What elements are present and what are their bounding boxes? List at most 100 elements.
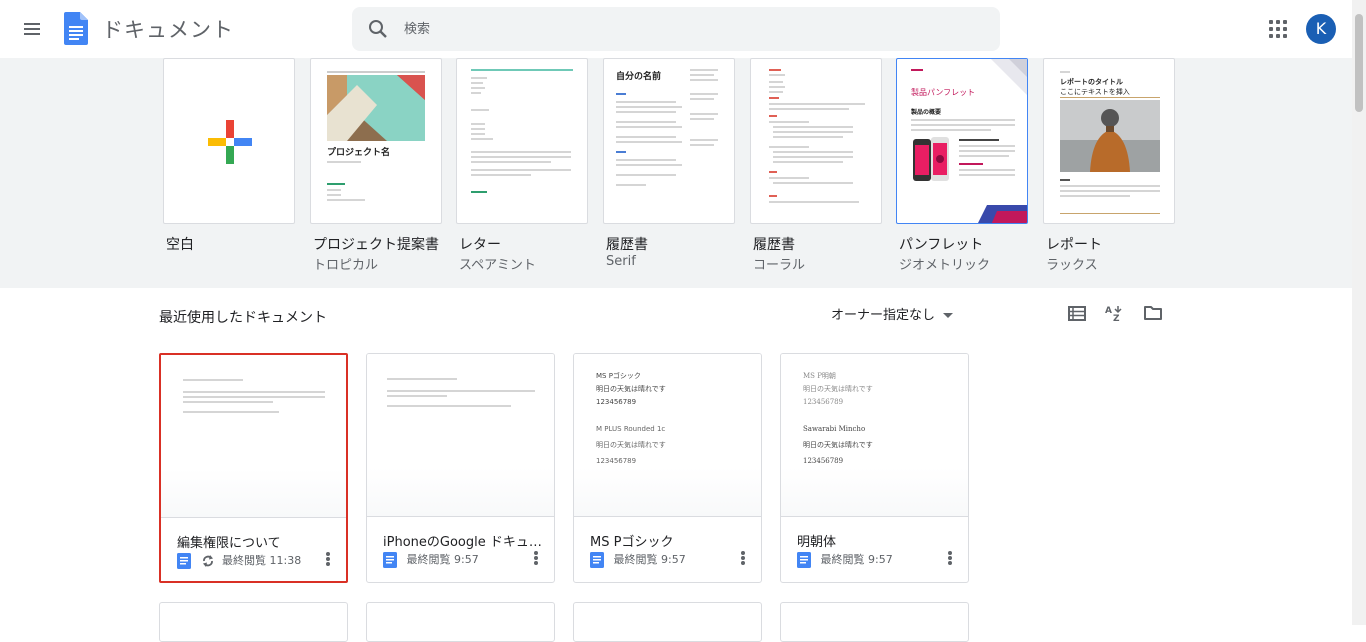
recent-documents-title: 最近使用したドキュメント [159,310,327,326]
template-pamphlet[interactable]: 製品パンフレット 製品の概要 パンフレット ジオメトリック [896,58,1028,273]
phone-image [913,137,949,181]
more-vert-icon[interactable] [324,551,332,569]
geometric-corner-art [991,59,1027,95]
owner-filter-label: オーナー指定なし [831,308,936,323]
doc-icon [797,552,811,568]
template-name: レポート [1046,237,1102,253]
template-report[interactable]: レポートのタイトル ここにテキストを挿入 レポート ラックス [1043,58,1175,273]
template-thumbnail[interactable] [456,58,588,224]
document-preview[interactable] [367,354,554,517]
search-input[interactable] [404,7,964,51]
document-meta: 最終閲覧 9:57 [590,552,686,568]
document-preview[interactable]: MS Pゴシック 明日の天気は晴れです 123456789 M PLUS Rou… [574,354,761,517]
avatar[interactable]: K [1306,14,1336,44]
template-thumbnail[interactable] [750,58,882,224]
template-thumbnail[interactable] [163,58,295,224]
menu-icon[interactable] [20,17,44,41]
document-title: MS Pゴシック [590,535,674,550]
template-thumbnail[interactable]: 自分の名前 [603,58,735,224]
document-card[interactable]: MS P明朝 明日の天気は晴れです 123456789 Sawarabi Min… [780,353,969,583]
document-title: iPhoneのGoogle ドキュメ... [383,535,543,550]
template-thumbnail[interactable]: プロジェクト名 [310,58,442,224]
svg-text:Z: Z [1113,314,1120,323]
app-title[interactable]: ドキュメント [102,14,234,44]
more-vert-icon[interactable] [739,550,747,568]
plus-icon [208,120,252,164]
list-view-icon[interactable] [1067,303,1087,323]
doc-icon [590,552,604,568]
document-card[interactable]: iPhoneのGoogle ドキュメ... 最終閲覧 9:57 [366,353,555,583]
search-bar[interactable] [352,7,1000,51]
preview-line: 明日の天気は晴れです [596,385,666,393]
template-blank[interactable]: 空白 [163,58,295,254]
template-thumbnail[interactable]: レポートのタイトル ここにテキストを挿入 [1043,58,1175,224]
document-card[interactable] [780,602,969,642]
template-thumb-title: 製品パンフレット [911,88,976,97]
docs-logo-icon[interactable] [64,12,88,45]
top-bar: ドキュメント K [0,0,1366,58]
document-last-viewed: 最終閲覧 9:57 [613,553,686,566]
document-card[interactable]: 編集権限について 最終閲覧 11:38 [159,353,348,583]
template-thumbnail[interactable]: 製品パンフレット 製品の概要 [896,58,1028,224]
template-resume-serif[interactable]: 自分の名前 履歴書 Serif [603,58,735,269]
document-meta: 最終閲覧 11:38 [177,553,301,569]
scrollbar-thumb[interactable] [1355,14,1363,112]
chevron-down-icon [943,313,954,318]
template-subname: コーラル [753,258,806,273]
preview-line: 明日の天気は晴れです [803,385,873,393]
document-card[interactable] [573,602,762,642]
template-name: 履歴書 [606,237,648,253]
apps-grid-icon[interactable] [1267,18,1289,40]
sort-az-icon[interactable]: A Z [1104,303,1124,323]
template-gallery: 空白 プロジェクト名 プロジェクト提案書 トロピカル レター スペアミント 自分… [0,58,1352,288]
preview-line: M PLUS Rounded 1c [596,425,666,433]
svg-text:A: A [1105,306,1112,316]
hiker-photo [1060,100,1160,172]
search-icon[interactable] [366,17,390,41]
preview-line: 123456789 [596,398,637,406]
template-subname: トロピカル [313,258,379,273]
document-title: 明朝体 [797,535,837,550]
owner-filter-dropdown[interactable]: オーナー指定なし [831,304,954,323]
template-thumb-subtitle: ここにテキストを挿入 [1060,88,1130,96]
template-thumb-title: プロジェクト名 [327,148,391,158]
preview-line: 明日の天気は晴れです [596,441,666,449]
document-last-viewed: 最終閲覧 9:57 [820,553,893,566]
doc-icon [177,553,191,569]
preview-line: 123456789 [803,457,844,465]
preview-line: 123456789 [803,398,844,406]
document-preview[interactable] [161,355,346,518]
document-card[interactable] [366,602,555,642]
template-subname: スペアミント [459,258,536,273]
document-last-viewed: 最終閲覧 11:38 [222,554,302,567]
template-name: レター [459,237,501,253]
document-card[interactable]: MS Pゴシック 明日の天気は晴れです 123456789 M PLUS Rou… [573,353,762,583]
template-thumb-title: レポートのタイトル [1060,78,1123,86]
geometric-bottom-art [978,205,1027,223]
preview-line: 明日の天気は晴れです [803,441,873,449]
shared-sync-icon [202,555,213,567]
document-preview[interactable]: MS P明朝 明日の天気は晴れです 123456789 Sawarabi Min… [781,354,968,517]
document-meta: 最終閲覧 9:57 [797,552,893,568]
template-resume-coral[interactable]: 履歴書 コーラル [750,58,882,273]
document-card[interactable] [159,602,348,642]
preview-line: MS P明朝 [803,372,836,380]
preview-line: 123456789 [596,457,637,465]
template-subname: ジオメトリック [899,258,991,273]
template-project-proposal[interactable]: プロジェクト名 プロジェクト提案書 トロピカル [310,58,442,273]
template-name: 空白 [166,237,194,253]
document-title: 編集権限について [177,536,281,551]
template-name: 履歴書 [753,237,795,253]
preview-line: Sawarabi Mincho [803,425,866,433]
doc-icon [383,552,397,568]
template-thumb-title: 自分の名前 [616,72,662,82]
more-vert-icon[interactable] [946,550,954,568]
preview-line: MS Pゴシック [596,372,641,380]
template-subname: ラックス [1046,258,1098,273]
document-last-viewed: 最終閲覧 9:57 [406,553,479,566]
tropical-art [327,75,425,141]
template-letter[interactable]: レター スペアミント [456,58,588,273]
scrollbar[interactable] [1352,0,1366,625]
folder-icon[interactable] [1143,303,1163,323]
more-vert-icon[interactable] [532,550,540,568]
